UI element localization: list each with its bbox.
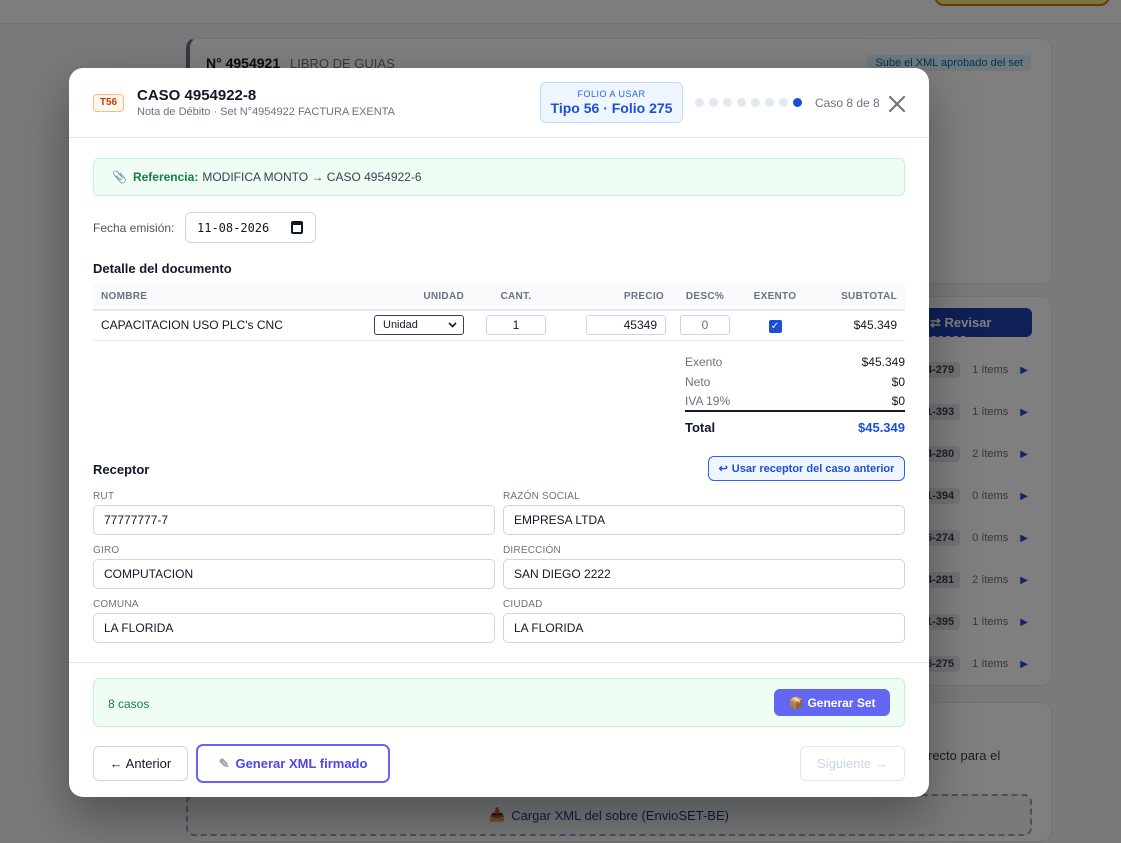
reference-box: 📎 Referencia: MODIFICA MONTO → CASO 4954… [93, 158, 905, 196]
total-label: Total [685, 419, 716, 435]
generate-xml-label: Generar XML firmado [235, 756, 368, 771]
col-desc: DESC% [670, 284, 740, 311]
pen-icon: ✎ [218, 755, 230, 771]
razon-social-input[interactable]: EMPRESA LTDA [503, 505, 905, 535]
total-value: $45.349 [858, 419, 905, 435]
chevron-down-icon [448, 322, 457, 328]
reuse-receptor-label: Usar receptor del caso anterior [731, 462, 895, 475]
progress-dot[interactable] [723, 98, 732, 107]
receptor-title: Receptor [93, 462, 150, 477]
reuse-receptor-button[interactable]: ↩ Usar receptor del caso anterior [708, 456, 905, 481]
ciudad-label: CIUDAD [503, 599, 543, 610]
col-cant: CANT. [472, 284, 560, 311]
issue-date-value: 11-08-2026 [197, 220, 270, 235]
case-count: Caso 8 de 8 [815, 96, 880, 110]
iva-value: $0 [891, 394, 905, 408]
comuna-label: COMUNA [93, 599, 139, 610]
discount-input[interactable]: 0 [680, 315, 730, 336]
progress-dot[interactable] [751, 98, 760, 107]
exento-label: Exento [685, 355, 723, 369]
generate-set-label: Generar Set [807, 695, 876, 710]
item-subtotal: $45.349 [810, 310, 905, 341]
issue-date-input[interactable]: 11-08-2026 [185, 212, 316, 243]
case-progress-dots [695, 98, 802, 107]
set-case-count: 8 casos [108, 697, 150, 711]
item-name: CAPACITACION USO PLC's CNC [93, 310, 367, 341]
ciudad-input[interactable]: LA FLORIDA [503, 613, 905, 643]
folio-label: FOLIO A USAR [577, 89, 646, 99]
items-table: NOMBRE UNIDAD CANT. PRECIO DESC% EXENTO … [93, 284, 905, 341]
generate-set-button[interactable]: 📦 Generar Set [774, 689, 890, 716]
reference-label: Referencia: [132, 170, 199, 184]
case-subtitle: Nota de Débito · Set N°4954922 FACTURA E… [137, 106, 395, 118]
modal-header: T56 CASO 4954922-8 Nota de Débito · Set … [69, 68, 929, 138]
generate-xml-button[interactable]: ✎ Generar XML firmado [196, 744, 390, 783]
detail-title: Detalle del documento [93, 261, 232, 276]
price-input[interactable]: 45349 [586, 315, 666, 336]
total-iva-row: IVA 19% $0 [685, 392, 905, 412]
progress-dot[interactable] [709, 98, 718, 107]
total-exento-row: Exento $45.349 [685, 352, 905, 372]
progress-dot[interactable] [765, 98, 774, 107]
total-neto-row: Neto $0 [685, 372, 905, 392]
razon-social-label: RAZÓN SOCIAL [503, 491, 580, 502]
table-header-row: NOMBRE UNIDAD CANT. PRECIO DESC% EXENTO … [93, 284, 905, 311]
giro-label: GIRO [93, 545, 120, 556]
footer-divider [69, 662, 929, 663]
close-icon[interactable] [887, 94, 907, 114]
document-type-badge: T56 [93, 94, 124, 112]
progress-dot[interactable] [695, 98, 704, 107]
giro-input[interactable]: COMPUTACION [93, 559, 495, 589]
folio-value: Tipo 56 · Folio 275 [550, 100, 673, 116]
calendar-icon[interactable] [291, 221, 303, 234]
paperclip-icon: 📎 [112, 170, 127, 184]
col-nombre: NOMBRE [93, 284, 367, 311]
direccion-input[interactable]: SAN DIEGO 2222 [503, 559, 905, 589]
exento-checkbox[interactable]: ✓ [768, 319, 782, 333]
table-row: CAPACITACION USO PLC's CNC Unidad 1 4534… [93, 310, 905, 341]
undo-arrow-icon: ↩ [718, 463, 728, 475]
case-modal: T56 CASO 4954922-8 Nota de Débito · Set … [69, 68, 929, 797]
comuna-input[interactable]: LA FLORIDA [93, 613, 495, 643]
folio-box: FOLIO A USAR Tipo 56 · Folio 275 [540, 82, 683, 123]
set-summary-box: 8 casos 📦 Generar Set [93, 678, 905, 727]
unit-select[interactable]: Unidad [374, 315, 464, 336]
neto-value: $0 [891, 375, 905, 389]
exento-value: $45.349 [861, 355, 905, 369]
rut-label: RUT [93, 491, 115, 502]
previous-button[interactable]: ← Anterior [93, 746, 188, 781]
grand-total-row: Total $45.349 [685, 412, 905, 442]
reference-text: MODIFICA MONTO → CASO 4954922-6 [202, 170, 422, 184]
rut-input[interactable]: 77777777-7 [93, 505, 495, 535]
next-button[interactable]: Siguiente → [800, 746, 905, 781]
totals-panel: Exento $45.349 Neto $0 IVA 19% $0 Total $45.… [685, 352, 905, 442]
progress-dot[interactable] [779, 98, 788, 107]
progress-dot-active[interactable] [793, 98, 802, 107]
progress-dot[interactable] [737, 98, 746, 107]
col-exento: EXENTO [740, 284, 810, 311]
date-label: Fecha emisión: [93, 221, 175, 235]
quantity-input[interactable]: 1 [486, 315, 546, 336]
col-subtotal: SUBTOTAL [810, 284, 905, 311]
col-precio: PRECIO [560, 284, 670, 311]
iva-label: IVA 19% [685, 394, 731, 408]
col-unidad: UNIDAD [367, 284, 472, 311]
unit-select-value: Unidad [383, 319, 418, 332]
direccion-label: DIRECCIÓN [503, 545, 561, 556]
package-icon: 📦 [788, 695, 804, 710]
neto-label: Neto [685, 375, 711, 389]
case-title: CASO 4954922-8 [137, 87, 257, 104]
